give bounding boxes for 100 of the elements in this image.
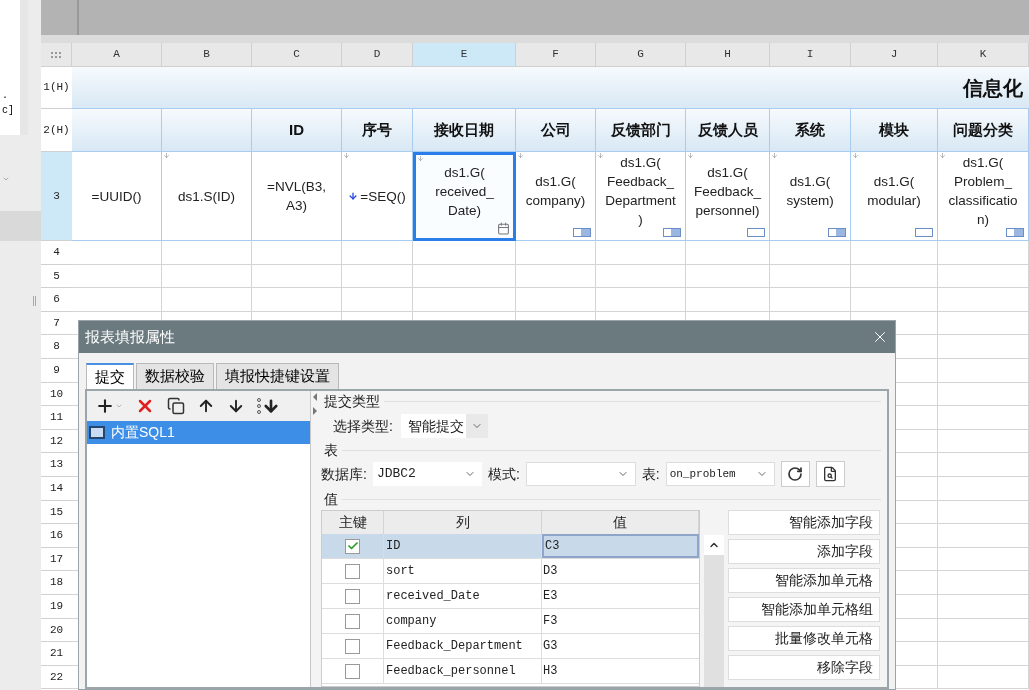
action-button[interactable]: 智能添加单元格组 [728,597,880,622]
empty-cell[interactable] [938,382,1029,407]
empty-cell[interactable] [770,288,851,312]
checkbox[interactable] [345,538,360,554]
empty-cell[interactable] [938,594,1029,619]
empty-cell[interactable] [162,264,252,289]
select-all-icon[interactable] [51,51,61,58]
dialog-tab[interactable]: 填报快捷键设置 [216,363,339,389]
empty-cell[interactable] [686,241,770,265]
empty-cell[interactable] [938,665,1029,690]
formula-cell[interactable]: ds1.G( modular) [851,152,938,241]
empty-cell[interactable] [770,241,851,265]
empty-cell[interactable] [770,264,851,289]
empty-cell[interactable] [851,241,938,265]
database-select[interactable]: JDBC2 [372,462,482,486]
checkbox[interactable] [345,613,360,629]
type-select[interactable]: 智能提交 [400,414,488,438]
empty-cell[interactable] [596,264,686,289]
action-button[interactable]: 智能添加单元格 [728,568,880,593]
empty-cell[interactable] [413,264,516,289]
grid-row[interactable]: company F3 [322,609,699,634]
schema-select[interactable] [525,462,636,486]
formula-cell[interactable]: =SEQ() [342,152,413,241]
grid-row[interactable]: sort D3 [322,559,699,584]
empty-cell[interactable] [938,264,1029,289]
empty-cell[interactable] [686,264,770,289]
empty-cell[interactable] [938,406,1029,430]
formula-cell[interactable]: =NVL(B3, A3) [252,152,342,241]
column-header[interactable]: I [770,43,851,67]
empty-cell[interactable] [596,241,686,265]
formula-cell[interactable]: ds1.G( company) [516,152,596,241]
empty-cell[interactable] [938,642,1029,666]
checkbox[interactable] [345,563,360,579]
table-select[interactable]: on_problem [665,462,775,486]
formula-cell[interactable]: ds1.G( Feedback_ personnel) [686,152,770,241]
column-header[interactable]: B [162,43,252,67]
empty-cell[interactable] [252,264,342,289]
action-button[interactable]: 批量修改单元格 [728,626,880,651]
checkbox[interactable] [345,588,360,604]
empty-cell[interactable] [938,429,1029,454]
empty-cell[interactable] [516,288,596,312]
column-header[interactable]: C [252,43,342,67]
grid-row[interactable]: Feedback_personnel H3 [322,659,699,684]
calendar-icon[interactable] [497,222,510,235]
formula-cell[interactable]: ds1.S(ID) [162,152,252,241]
column-header[interactable]: K [938,43,1029,67]
refresh-button[interactable] [780,461,810,487]
empty-cell[interactable] [938,335,1029,359]
empty-cell[interactable] [413,288,516,312]
action-button[interactable]: 添加字段 [728,539,880,564]
column-header[interactable]: J [851,43,938,67]
formula-cell[interactable]: ds1.G( Feedback_ Department ) [596,152,686,241]
empty-cell[interactable] [686,288,770,312]
move-up-icon[interactable] [197,397,215,415]
add-menu-icon[interactable] [95,396,123,416]
empty-cell[interactable] [851,288,938,312]
column-header[interactable]: G [596,43,686,67]
empty-cell[interactable] [596,288,686,312]
expand-right-icon[interactable] [313,407,317,415]
splitter-handle-icon[interactable] [33,296,36,306]
panel-tab[interactable] [0,211,41,241]
preview-button[interactable] [815,461,845,487]
empty-cell[interactable] [938,500,1029,525]
empty-cell[interactable] [938,288,1029,312]
formula-cell[interactable]: ds1.G( Problem_ classificatio n) [938,152,1029,241]
copy-icon[interactable] [167,397,185,415]
formula-cell[interactable]: ds1.G( system) [770,152,851,241]
scroll-up-icon[interactable] [704,535,724,555]
empty-cell[interactable] [938,241,1029,265]
empty-cell[interactable] [162,241,252,265]
empty-cell[interactable] [342,264,413,289]
empty-cell[interactable] [938,311,1029,336]
checkbox[interactable] [345,638,360,654]
empty-cell[interactable] [938,524,1029,548]
empty-cell[interactable] [252,241,342,265]
column-header[interactable]: F [516,43,596,67]
empty-cell[interactable] [938,571,1029,595]
empty-cell[interactable] [162,288,252,312]
action-button[interactable]: 智能添加字段 [728,510,880,535]
collapse-left-icon[interactable] [313,393,317,401]
empty-cell[interactable] [252,288,342,312]
empty-cell[interactable] [413,241,516,265]
column-header[interactable]: A [72,43,162,67]
dialog-tab[interactable]: 数据校验 [136,363,214,389]
empty-cell[interactable] [938,547,1029,572]
checkbox[interactable] [345,663,360,679]
grid-row[interactable]: ID C3 [322,534,699,559]
empty-cell[interactable] [938,453,1029,477]
empty-cell[interactable] [938,618,1029,643]
formula-cell[interactable]: ds1.G( received_ Date) [413,152,516,241]
action-button[interactable]: 移除字段 [728,655,880,680]
dialog-tab[interactable]: 提交 [86,363,134,389]
grid-row[interactable]: received_Date E3 [322,584,699,609]
empty-cell[interactable] [516,264,596,289]
empty-cell[interactable] [938,476,1029,501]
empty-cell[interactable] [342,241,413,265]
empty-cell[interactable] [851,264,938,289]
empty-cell[interactable] [516,241,596,265]
formula-cell[interactable]: =UUID() [72,152,162,241]
empty-cell[interactable] [938,358,1029,383]
